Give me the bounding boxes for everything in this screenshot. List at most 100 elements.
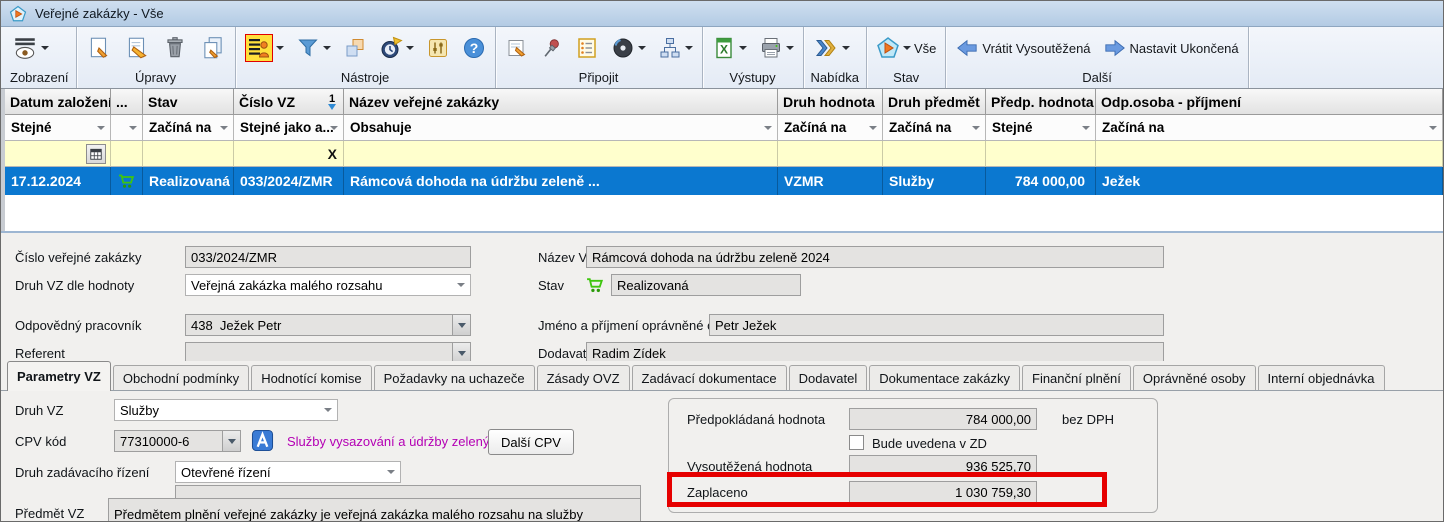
grid-settings-button[interactable] <box>243 33 286 63</box>
druh-vz-dle-hodnoty-select[interactable]: Veřejná zakázka malého rozsahu <box>185 274 471 296</box>
column-header-stav[interactable]: Stav <box>143 89 234 115</box>
menu-button[interactable] <box>811 35 852 61</box>
filter-operator-odp-osoba[interactable]: Začíná na <box>1096 115 1443 141</box>
delete-record-button[interactable] <box>160 34 190 62</box>
filter-input-datum[interactable] <box>5 141 111 167</box>
grid-filter-value-row: X <box>5 141 1443 167</box>
grid-filter-operator-row: Stejné Začíná na Stejné jako a... Obsahu… <box>5 115 1443 141</box>
column-header-predp-hodnota[interactable]: Předp. hodnota <box>986 89 1096 115</box>
print-icon <box>759 36 783 60</box>
cislo-vz-field[interactable]: 033/2024/ZMR <box>185 246 471 268</box>
vratit-vysoutezena-button[interactable]: Vrátit Vysoutěžená <box>953 36 1092 60</box>
new-record-button[interactable] <box>84 34 114 62</box>
view-menu-button[interactable] <box>10 34 51 62</box>
tab-pozadavky-na-uchazece[interactable]: Požadavky na uchazeče <box>374 365 535 390</box>
lookup-button[interactable] <box>452 343 470 363</box>
tab-zadavaci-dokumentace[interactable]: Zadávací dokumentace <box>632 365 787 390</box>
filter-operator-stav[interactable]: Začíná na <box>143 115 234 141</box>
vysoutezena-hodnota-field[interactable]: 936 525,70 <box>849 455 1037 477</box>
tab-interni-objednavka[interactable]: Interní objednávka <box>1258 365 1385 390</box>
filter-operator-druh-hodnota[interactable]: Začíná na <box>778 115 883 141</box>
cpv-catalog-icon[interactable] <box>251 429 274 452</box>
svg-text:?: ? <box>469 40 478 56</box>
caret-down-icon <box>764 126 772 130</box>
media-button[interactable] <box>609 35 648 61</box>
help-button[interactable]: ? <box>460 35 488 61</box>
filter-button[interactable] <box>294 35 333 61</box>
clear-filter-icon[interactable]: X <box>328 146 339 162</box>
column-header-druh-hodnota[interactable]: Druh hodnota <box>778 89 883 115</box>
cpv-kod-field[interactable]: 77310000-6 <box>114 430 241 452</box>
status-filter-value: Vše <box>914 41 936 56</box>
odpovedny-pracovnik-label: Odpovědný pracovník <box>15 314 141 336</box>
new-record-icon <box>86 35 112 61</box>
druh-vz-select[interactable]: Služby <box>114 399 338 421</box>
filter-input-stav[interactable] <box>143 141 234 167</box>
nazev-vz-field[interactable]: Rámcová dohoda na údržbu zeleně 2024 <box>586 246 1164 268</box>
opravnena-osoba-field[interactable]: Petr Ježek <box>709 314 1164 336</box>
filter-input-odp-osoba[interactable] <box>1096 141 1443 167</box>
druh-zadavaciho-rizeni-select[interactable]: Otevřené řízení <box>175 461 401 483</box>
tab-hodnotici-komise[interactable]: Hodnotící komise <box>251 365 371 390</box>
column-header-odp-osoba[interactable]: Odp.osoba - příjmení <box>1096 89 1443 115</box>
parameters-button[interactable] <box>424 35 452 61</box>
workflow-button[interactable] <box>656 35 695 61</box>
column-header-icons[interactable]: ... <box>111 89 143 115</box>
filter-operator-icons[interactable] <box>111 115 143 141</box>
filter-input-druh-hodnota[interactable] <box>778 141 883 167</box>
filter-input-druh-predmet[interactable] <box>883 141 986 167</box>
edit-record-button[interactable] <box>122 34 152 62</box>
tab-dokumentace-zakazky[interactable]: Dokumentace zakázky <box>869 365 1020 390</box>
toolbar-group-upravy: Úpravy <box>77 27 236 88</box>
caret-down-icon <box>457 283 465 287</box>
caret-down-icon <box>97 126 105 130</box>
predmet-vz-field[interactable]: Předmětem plnění veřejné zakázky je veře… <box>108 498 641 522</box>
lookup-button[interactable] <box>222 431 240 451</box>
tab-zasady-ovz[interactable]: Zásady OVZ <box>537 365 630 390</box>
filter-input-cislo-vz[interactable]: X <box>234 141 344 167</box>
filter-operator-datum[interactable]: Stejné <box>5 115 111 141</box>
column-header-datum-zalozeni[interactable]: Datum založení <box>5 89 111 115</box>
zaplaceno-field[interactable]: 1 030 759,30 <box>849 481 1037 503</box>
tab-dodavatel[interactable]: Dodavatel <box>789 365 868 390</box>
history-button[interactable] <box>377 35 416 61</box>
toolbar-group-pripojit: Připojit <box>496 27 703 88</box>
calendar-picker-button[interactable] <box>86 144 106 164</box>
checklist-button[interactable] <box>573 35 601 61</box>
filter-operator-predp-hodnota[interactable]: Stejné <box>986 115 1096 141</box>
copy-record-button[interactable] <box>198 34 228 62</box>
excel-export-button[interactable]: X <box>710 35 749 61</box>
filter-operator-cislo-vz[interactable]: Stejné jako a... <box>234 115 344 141</box>
column-header-cislo-vz[interactable]: Číslo VZ 1 <box>234 89 344 115</box>
tab-parametry-vz[interactable]: Parametry VZ <box>7 361 111 391</box>
filter-input-nazev[interactable] <box>344 141 778 167</box>
column-header-druh-predmet[interactable]: Druh předmět <box>883 89 986 115</box>
copy-grid-button[interactable] <box>341 35 369 61</box>
print-button[interactable] <box>757 35 796 61</box>
predpokladana-hodnota-field[interactable]: 784 000,00 <box>849 408 1037 430</box>
tab-opravnene-osoby[interactable]: Oprávněné osoby <box>1133 365 1256 390</box>
filter-operator-nazev[interactable]: Obsahuje <box>344 115 778 141</box>
tab-financni-plneni[interactable]: Finanční plnění <box>1022 365 1131 390</box>
toolbar: Zobrazení <box>1 27 1443 89</box>
toolbar-group-stav: Vše Stav <box>867 27 946 88</box>
nastavit-ukoncena-button[interactable]: Nastavit Ukončená <box>1101 36 1241 60</box>
tab-obchodni-podminky[interactable]: Obchodní podmínky <box>113 365 249 390</box>
svg-text:X: X <box>720 43 728 57</box>
bude-uvedena-v-zd-checkbox[interactable] <box>849 435 864 450</box>
filter-operator-druh-predmet[interactable]: Začíná na <box>883 115 986 141</box>
status-filter-button[interactable]: Vše <box>874 35 938 61</box>
filter-input-predp-hodnota[interactable] <box>986 141 1096 167</box>
stav-field[interactable]: Realizovaná <box>611 274 801 296</box>
odpovedny-pracovnik-field[interactable]: 438 Ježek Petr <box>185 314 471 336</box>
copy-record-icon <box>200 35 226 61</box>
caret-down-icon <box>972 126 980 130</box>
dalsi-cpv-button[interactable]: Další CPV <box>488 429 574 455</box>
cell-stav: Realizovaná <box>143 167 234 195</box>
pin-button[interactable] <box>539 35 565 61</box>
table-row-selected[interactable]: 17.12.2024 Realizovaná 033/2024/ZMR Rámc… <box>5 167 1443 195</box>
filter-input-icons[interactable] <box>111 141 143 167</box>
column-header-nazev[interactable]: Název veřejné zakázky <box>344 89 778 115</box>
lookup-button[interactable] <box>452 315 470 335</box>
note-button[interactable] <box>503 35 531 61</box>
